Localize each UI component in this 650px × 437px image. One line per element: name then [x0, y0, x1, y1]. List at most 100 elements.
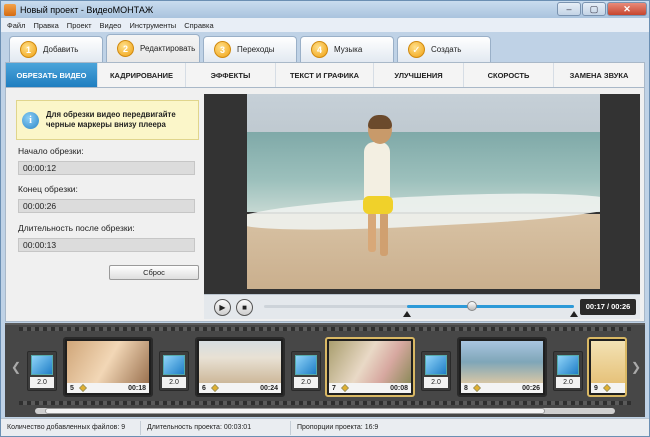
clip-image [199, 341, 281, 383]
scroll-left-icon[interactable]: ❮ [11, 360, 21, 374]
step-number-icon: 4 [311, 41, 328, 58]
duration-label: Длительность после обрезки: [18, 223, 135, 233]
tab-edit[interactable]: 2 Редактировать [106, 34, 200, 62]
tab-music[interactable]: 4 Музыка [300, 36, 394, 62]
clip-number: 5 [70, 384, 74, 392]
tab-create[interactable]: ✓ Создать [397, 36, 491, 62]
time-display: 00:17 / 00:26 [580, 299, 636, 315]
edit-icon[interactable] [211, 384, 219, 392]
transition-item[interactable]: 2.0 [553, 351, 583, 391]
menu-file[interactable]: Файл [7, 21, 25, 30]
menu-help[interactable]: Справка [184, 21, 213, 30]
edit-icon[interactable] [341, 384, 349, 392]
player-controls: ▶ ■ 00:17 / 00:26 [204, 294, 640, 319]
hint-text: Для обрезки видео передвигайте черные ма… [46, 110, 176, 129]
menu-edit[interactable]: Правка [33, 21, 58, 30]
clip-number: 7 [332, 384, 336, 392]
step-number-icon: 3 [214, 41, 231, 58]
reset-button[interactable]: Сброс [109, 265, 199, 280]
transition-item[interactable]: 2.0 [291, 351, 321, 391]
clip-image [461, 341, 543, 383]
menu-bar: Файл Правка Проект Видео Инструменты Спр… [1, 18, 649, 32]
video-player: ▶ ■ 00:17 / 00:26 [204, 94, 640, 319]
clip-image [329, 341, 411, 383]
timeline-scrollbar[interactable] [35, 408, 615, 414]
tab-add[interactable]: 1 Добавить [9, 36, 103, 62]
transition-duration: 2.0 [294, 377, 318, 388]
edit-content: i Для обрезки видео передвигайте черные … [5, 88, 645, 322]
play-button[interactable]: ▶ [214, 299, 231, 316]
clip-number: 6 [202, 384, 206, 392]
timeline: ❮ 2.0 5 00:18 2.0 6 00:24 2.0 7 00:08 2.… [5, 323, 645, 417]
maximize-button[interactable]: ▢ [582, 2, 606, 16]
end-time-field[interactable]: 00:00:26 [18, 199, 195, 213]
subtab-trim[interactable]: ОБРЕЗАТЬ ВИДЕО [6, 63, 98, 87]
step-number-icon: 2 [117, 40, 134, 57]
edit-icon[interactable] [473, 384, 481, 392]
stop-button[interactable]: ■ [236, 299, 253, 316]
video-child [380, 212, 388, 256]
status-files-count: Количество добавленных файлов: 9 [1, 420, 141, 435]
transition-item[interactable]: 2.0 [159, 351, 189, 391]
transition-item[interactable]: 2.0 [27, 351, 57, 391]
transition-icon [295, 355, 317, 375]
start-time-field[interactable]: 00:00:12 [18, 161, 195, 175]
duration-field: 00:00:13 [18, 238, 195, 252]
status-bar: Количество добавленных файлов: 9 Длитель… [1, 418, 649, 436]
clip-duration: 00:24 [260, 384, 278, 392]
transition-duration: 2.0 [556, 377, 580, 388]
title-bar: Новый проект - ВидеоМОНТАЖ ‒ ▢ ✕ [1, 1, 649, 18]
tab-transitions[interactable]: 3 Переходы [203, 36, 297, 62]
video-preview[interactable] [247, 94, 600, 289]
clip-number: 9 [594, 384, 598, 392]
sub-tabs: ОБРЕЗАТЬ ВИДЕО КАДРИРОВАНИЕ ЭФФЕКТЫ ТЕКС… [5, 62, 645, 88]
clip-thumbnail[interactable]: 6 00:24 [195, 337, 285, 397]
edit-icon[interactable] [79, 384, 87, 392]
clip-info-bar: 6 00:24 [199, 383, 281, 393]
transition-item[interactable]: 2.0 [421, 351, 451, 391]
subtab-improvements[interactable]: УЛУЧШЕНИЯ [374, 63, 464, 87]
clip-thumbnail[interactable]: 8 00:26 [457, 337, 547, 397]
clip-thumbnail-selected[interactable]: 7 00:08 [325, 337, 415, 397]
info-icon: i [22, 111, 39, 129]
clip-info-bar: 5 00:18 [67, 383, 149, 393]
trim-end-marker[interactable] [570, 311, 578, 317]
seek-track[interactable] [264, 301, 578, 317]
video-sky [247, 94, 600, 134]
clip-duration: 00:18 [128, 384, 146, 392]
close-button[interactable]: ✕ [607, 2, 647, 16]
status-aspect-ratio: Пропорции проекта: 16:9 [297, 423, 379, 431]
seek-thumb[interactable] [466, 301, 477, 311]
transition-icon [163, 355, 185, 375]
video-child [368, 212, 376, 252]
menu-tools[interactable]: Инструменты [129, 21, 176, 30]
window-title: Новый проект - ВидеоМОНТАЖ [20, 4, 154, 15]
app-window: Новый проект - ВидеоМОНТАЖ ‒ ▢ ✕ Файл Пр… [0, 0, 650, 437]
trim-panel: i Для обрезки видео передвигайте черные … [12, 94, 202, 316]
clip-duration: 00:08 [390, 384, 408, 392]
transition-icon [425, 355, 447, 375]
video-child [363, 196, 393, 214]
step-number-icon: 1 [20, 41, 37, 58]
subtab-replace-sound[interactable]: ЗАМЕНА ЗВУКА [554, 63, 644, 87]
film-strip [19, 401, 631, 405]
subtab-crop[interactable]: КАДРИРОВАНИЕ [98, 63, 186, 87]
clip-thumbnail[interactable]: 9 [587, 337, 627, 397]
tab-label: Добавить [43, 45, 79, 54]
edit-icon[interactable] [603, 384, 611, 392]
menu-project[interactable]: Проект [67, 21, 92, 30]
checkmark-icon: ✓ [408, 41, 425, 58]
hint-box: i Для обрезки видео передвигайте черные … [16, 100, 199, 140]
subtab-speed[interactable]: СКОРОСТЬ [464, 63, 554, 87]
subtab-effects[interactable]: ЭФФЕКТЫ [186, 63, 276, 87]
subtab-text-graphics[interactable]: ТЕКСТ И ГРАФИКА [276, 63, 374, 87]
trim-start-marker[interactable] [402, 311, 411, 317]
scroll-right-icon[interactable]: ❯ [631, 360, 641, 374]
minimize-button[interactable]: ‒ [557, 2, 581, 16]
menu-video[interactable]: Видео [100, 21, 122, 30]
clip-number: 8 [464, 384, 468, 392]
start-label: Начало обрезки: [18, 146, 84, 156]
clip-thumbnail[interactable]: 5 00:18 [63, 337, 153, 397]
timeline-scroll-thumb[interactable] [45, 408, 545, 414]
film-strip [19, 327, 631, 331]
